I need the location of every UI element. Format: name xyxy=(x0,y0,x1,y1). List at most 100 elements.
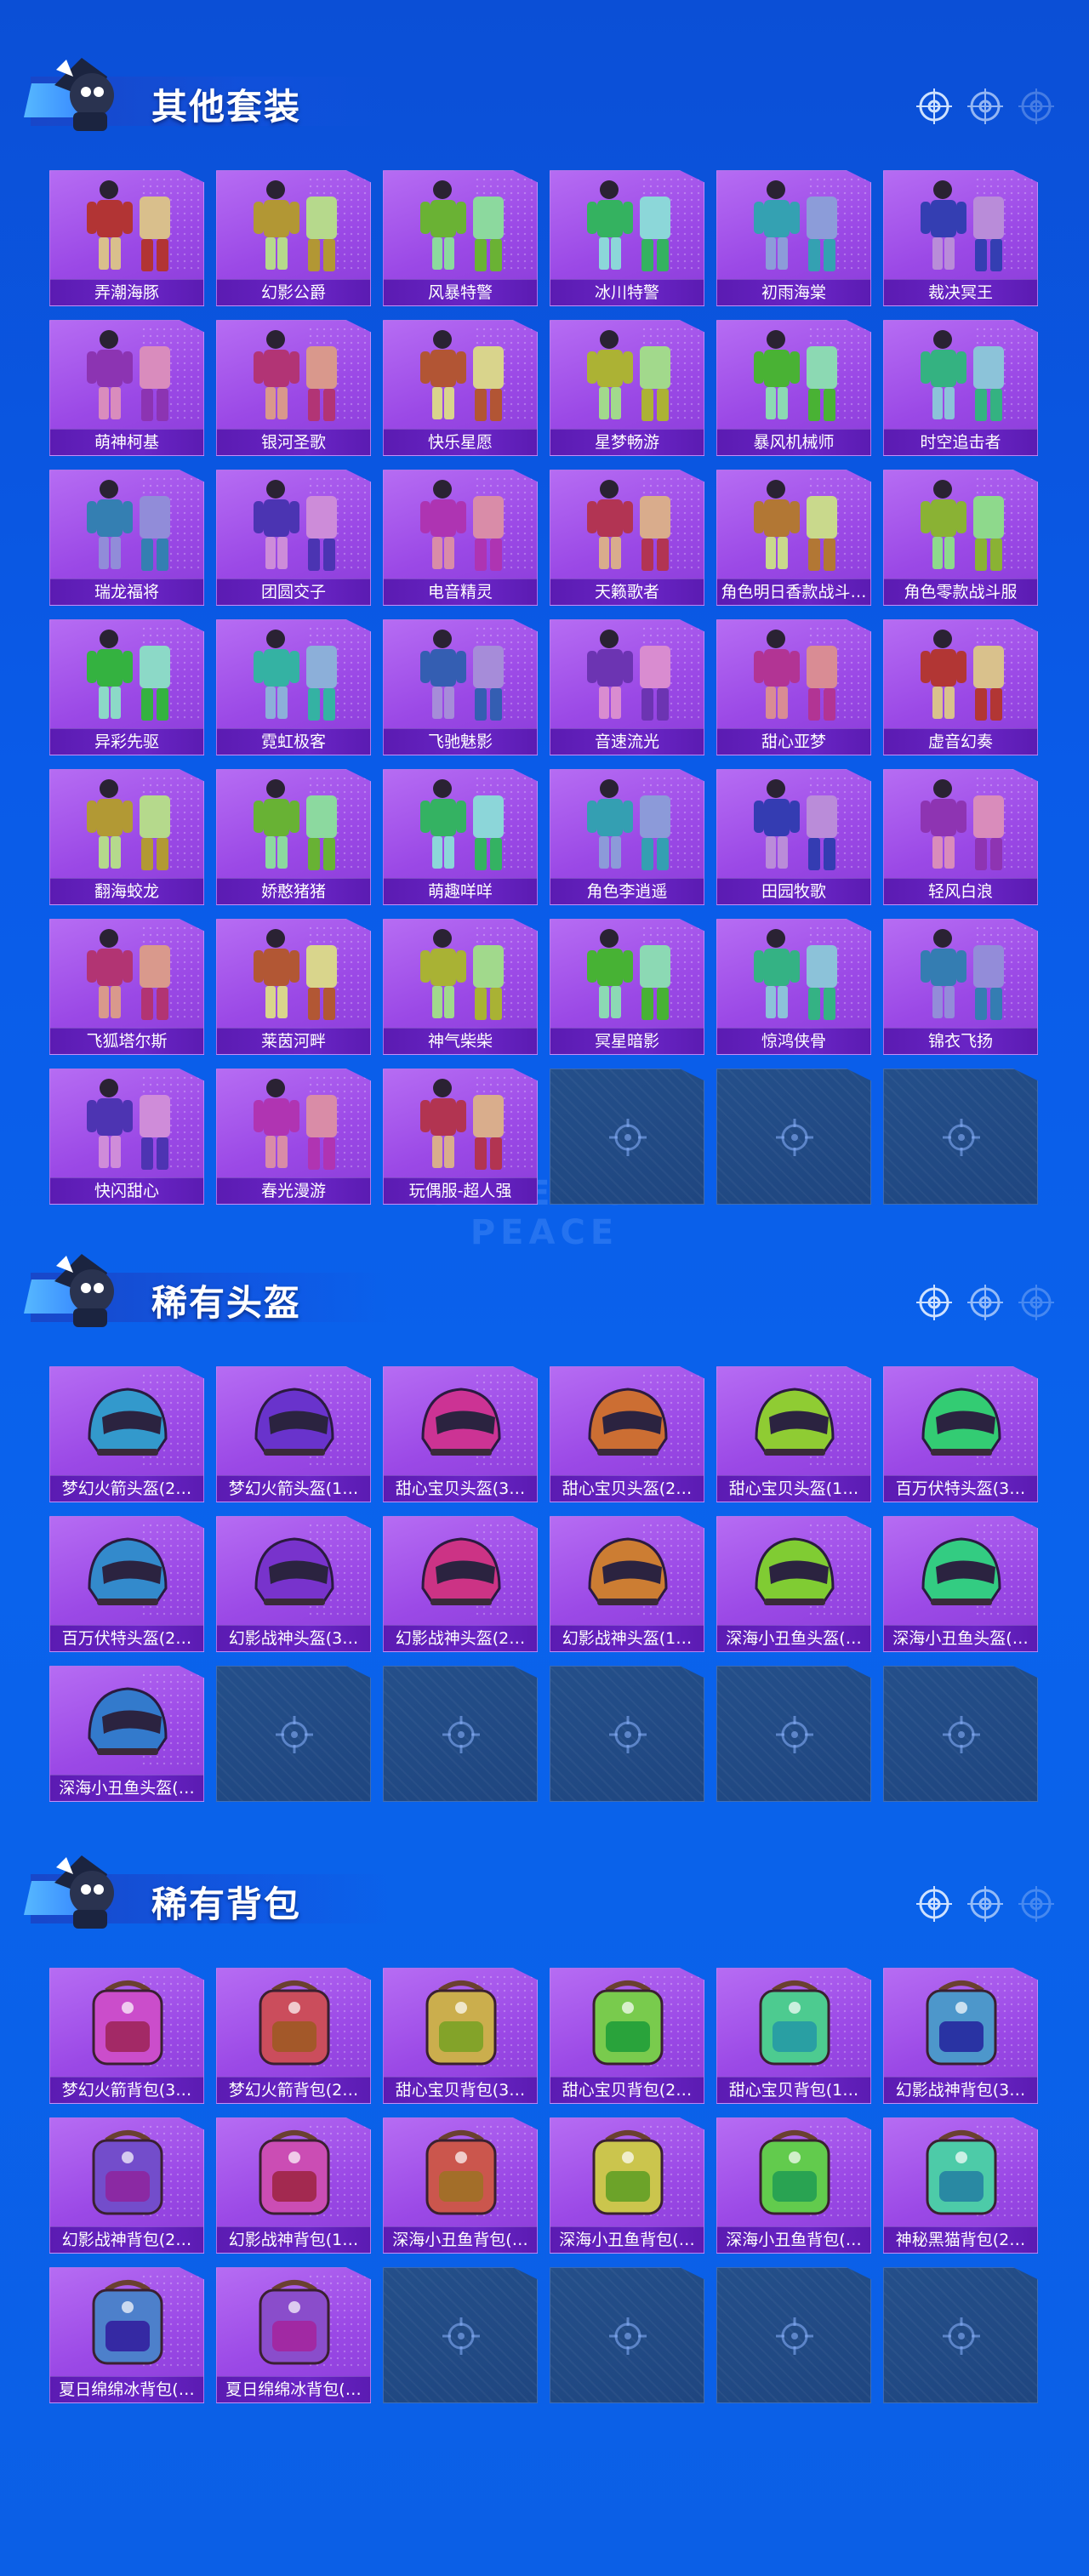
item-label: 裁决冥王 xyxy=(884,279,1037,305)
item-card[interactable]: 幻影战神背包(1… xyxy=(216,2117,371,2254)
outfit-icon xyxy=(568,773,687,874)
item-card[interactable]: 电音精灵 xyxy=(383,470,538,606)
item-card[interactable]: 神秘黑猫背包(2… xyxy=(883,2117,1038,2254)
item-card[interactable]: 幻影战神背包(2… xyxy=(49,2117,204,2254)
item-card[interactable]: 春光漫游 xyxy=(216,1069,371,1205)
item-card[interactable]: 天籁歌者 xyxy=(550,470,704,606)
item-art xyxy=(425,2130,497,2215)
item-label: 翻海蛟龙 xyxy=(50,878,203,904)
item-card[interactable]: 玩偶服-超人强 xyxy=(383,1069,538,1205)
item-art xyxy=(421,1388,501,1456)
item-card[interactable]: 银河圣歌 xyxy=(216,320,371,456)
crosshair-graphic xyxy=(776,1716,813,1753)
item-label: 角色明日香款战斗… xyxy=(717,578,870,605)
item-card[interactable]: 甜心宝贝头盔(2… xyxy=(550,1366,704,1502)
item-art xyxy=(420,180,504,271)
item-card[interactable]: 甜心宝贝头盔(3… xyxy=(383,1366,538,1502)
item-card[interactable]: 娇憨猪猪 xyxy=(216,769,371,905)
item-label: 梦幻火箭背包(2… xyxy=(217,2077,370,2103)
item-card[interactable]: 甜心宝贝背包(2… xyxy=(550,1968,704,2104)
item-label: 梦幻火箭背包(3… xyxy=(50,2077,203,2103)
empty-slot xyxy=(883,1069,1038,1205)
item-card[interactable]: 夏日绵绵冰背包(… xyxy=(49,2267,204,2403)
item-card[interactable]: 初雨海棠 xyxy=(716,170,871,306)
item-card[interactable]: 幻影战神头盔(3… xyxy=(216,1516,371,1652)
crosshair-graphic xyxy=(442,1716,480,1753)
item-card[interactable]: 冰川特警 xyxy=(550,170,704,306)
item-card[interactable]: 快乐星愿 xyxy=(383,320,538,456)
item-card[interactable]: 弄潮海豚 xyxy=(49,170,204,306)
item-card[interactable]: 时空追击者 xyxy=(883,320,1038,456)
item-card[interactable]: 锦衣飞扬 xyxy=(883,919,1038,1055)
item-card[interactable]: 飞驰魅影 xyxy=(383,619,538,755)
item-card[interactable]: 甜心宝贝背包(3… xyxy=(383,1968,538,2104)
item-card[interactable]: 音速流光 xyxy=(550,619,704,755)
item-card[interactable]: 惊鸿侠骨 xyxy=(716,919,871,1055)
item-card[interactable]: 萌神柯基 xyxy=(49,320,204,456)
item-card[interactable]: 甜心亚梦 xyxy=(716,619,871,755)
mascot-graphic xyxy=(54,1254,114,1327)
item-art xyxy=(254,630,337,721)
item-card[interactable]: 角色李逍遥 xyxy=(550,769,704,905)
item-card[interactable]: 幻影战神背包(3… xyxy=(883,1968,1038,2104)
mascot-graphic xyxy=(54,1855,114,1929)
crosshair-graphic xyxy=(609,1716,647,1753)
item-card[interactable]: 萌趣咩咩 xyxy=(383,769,538,905)
item-card[interactable]: 轻风白浪 xyxy=(883,769,1038,905)
item-card[interactable]: 霓虹极客 xyxy=(216,619,371,755)
outfit-icon xyxy=(735,624,854,724)
item-card[interactable]: 神气柴柴 xyxy=(383,919,538,1055)
outfit-icon xyxy=(68,1073,187,1173)
item-card[interactable]: 幻影战神头盔(1… xyxy=(550,1516,704,1652)
item-card[interactable]: 翻海蛟龙 xyxy=(49,769,204,905)
item-card[interactable]: 深海小丑鱼头盔(… xyxy=(716,1516,871,1652)
item-card[interactable]: 角色明日香款战斗… xyxy=(716,470,871,606)
item-card[interactable]: 裁决冥王 xyxy=(883,170,1038,306)
helmet-icon xyxy=(68,1371,187,1471)
section-title: 稀有头盔 xyxy=(151,1282,302,1324)
item-card[interactable]: 风暴特警 xyxy=(383,170,538,306)
item-label: 甜心宝贝头盔(2… xyxy=(550,1475,704,1502)
outfit-icon xyxy=(902,923,1021,1023)
item-card[interactable]: 团圆交子 xyxy=(216,470,371,606)
item-card[interactable]: 深海小丑鱼背包(… xyxy=(550,2117,704,2254)
item-card[interactable]: 飞狐塔尔斯 xyxy=(49,919,204,1055)
item-card[interactable]: 梦幻火箭背包(2… xyxy=(216,1968,371,2104)
item-card[interactable]: 梦幻火箭背包(3… xyxy=(49,1968,204,2104)
item-card[interactable]: 冥星暗影 xyxy=(550,919,704,1055)
outfit-icon xyxy=(235,1073,354,1173)
empty-slot xyxy=(383,1666,538,1802)
item-art xyxy=(588,1388,668,1456)
item-card[interactable]: 莱茵河畔 xyxy=(216,919,371,1055)
item-card[interactable]: 虚音幻奏 xyxy=(883,619,1038,755)
item-card[interactable]: 暴风机械师 xyxy=(716,320,871,456)
item-card[interactable]: 田园牧歌 xyxy=(716,769,871,905)
item-card[interactable]: 快闪甜心 xyxy=(49,1069,204,1205)
item-card[interactable]: 异彩先驱 xyxy=(49,619,204,755)
helmet-icon xyxy=(402,1520,521,1621)
item-card[interactable]: 星梦畅游 xyxy=(550,320,704,456)
item-card[interactable]: 梦幻火箭头盔(1… xyxy=(216,1366,371,1502)
item-label: 娇憨猪猪 xyxy=(217,878,370,904)
item-card[interactable]: 幻影公爵 xyxy=(216,170,371,306)
item-card[interactable]: 百万伏特头盔(2… xyxy=(49,1516,204,1652)
item-label: 田园牧歌 xyxy=(717,878,870,904)
outfit-icon xyxy=(902,324,1021,425)
item-card[interactable]: 瑞龙福将 xyxy=(49,470,204,606)
item-card[interactable]: 百万伏特头盔(3… xyxy=(883,1366,1038,1502)
item-card[interactable]: 甜心宝贝背包(1… xyxy=(716,1968,871,2104)
item-label: 甜心亚梦 xyxy=(717,728,870,755)
item-card[interactable]: 角色零款战斗服 xyxy=(883,470,1038,606)
item-card[interactable]: 夏日绵绵冰背包(… xyxy=(216,2267,371,2403)
item-card[interactable]: 深海小丑鱼头盔(… xyxy=(883,1516,1038,1652)
outfit-icon xyxy=(568,174,687,275)
item-card[interactable]: 梦幻火箭头盔(2… xyxy=(49,1366,204,1502)
crosshair-icon xyxy=(607,1714,648,1755)
item-card[interactable]: 幻影战神头盔(2… xyxy=(383,1516,538,1652)
item-card[interactable]: 甜心宝贝头盔(1… xyxy=(716,1366,871,1502)
item-card[interactable]: 深海小丑鱼头盔(… xyxy=(49,1666,204,1802)
outfit-icon xyxy=(735,324,854,425)
empty-slot xyxy=(716,1666,871,1802)
item-card[interactable]: 深海小丑鱼背包(… xyxy=(383,2117,538,2254)
item-card[interactable]: 深海小丑鱼背包(… xyxy=(716,2117,871,2254)
